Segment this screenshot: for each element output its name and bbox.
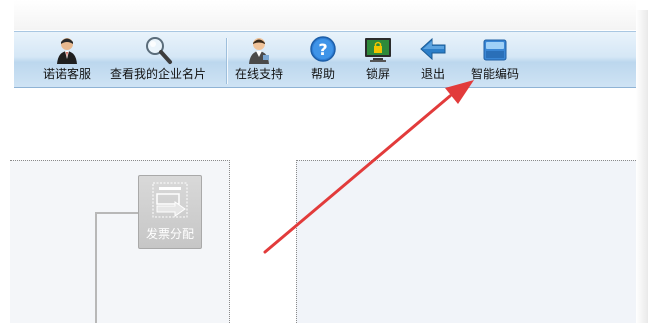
window-top-edge xyxy=(14,0,636,30)
magnifier-icon xyxy=(146,37,172,64)
exit-arrow-icon xyxy=(420,37,446,61)
view-business-card-label: 查看我的企业名片 xyxy=(110,67,207,81)
online-support-person-icon xyxy=(249,38,269,64)
toolbar-separator xyxy=(226,38,228,84)
view-business-card-button[interactable]: 查看我的企业名片 xyxy=(110,35,206,85)
workflow-connector-vertical xyxy=(95,212,97,323)
main-toolbar: 诺诺客服 查看我的企业名片 在线支持 ? 帮助 锁屏 退出 智能编码 xyxy=(14,31,636,88)
svg-text:?: ? xyxy=(318,40,327,59)
lock-screen-monitor-icon xyxy=(365,38,391,62)
invoice-allocation-node[interactable]: 发票分配 xyxy=(138,175,202,249)
help-question-icon: ? xyxy=(310,36,336,62)
customer-service-button[interactable]: 诺诺客服 xyxy=(43,35,91,85)
lock-screen-button[interactable]: 锁屏 xyxy=(363,35,393,85)
app-window: 诺诺客服 查看我的企业名片 在线支持 ? 帮助 锁屏 退出 智能编码 发票分配 xyxy=(0,0,648,323)
customer-service-agent-icon xyxy=(57,38,77,64)
online-support-button[interactable]: 在线支持 xyxy=(235,35,283,85)
online-support-label: 在线支持 xyxy=(235,67,284,81)
exit-label: 退出 xyxy=(420,67,445,81)
customer-service-label: 诺诺客服 xyxy=(43,67,92,81)
workflow-panel-right xyxy=(296,160,636,323)
workflow-connector-horizontal xyxy=(95,212,139,214)
smart-coding-window-icon xyxy=(483,39,507,61)
smart-coding-label: 智能编码 xyxy=(471,67,520,81)
help-button[interactable]: ? 帮助 xyxy=(308,35,338,85)
invoice-allocation-icon xyxy=(152,182,188,218)
invoice-allocation-label: 发票分配 xyxy=(145,227,194,241)
smart-coding-button[interactable]: 智能编码 xyxy=(471,35,519,85)
window-right-edge xyxy=(636,10,648,323)
exit-button[interactable]: 退出 xyxy=(418,35,448,85)
lock-screen-label: 锁屏 xyxy=(365,67,390,81)
help-label: 帮助 xyxy=(310,67,335,81)
